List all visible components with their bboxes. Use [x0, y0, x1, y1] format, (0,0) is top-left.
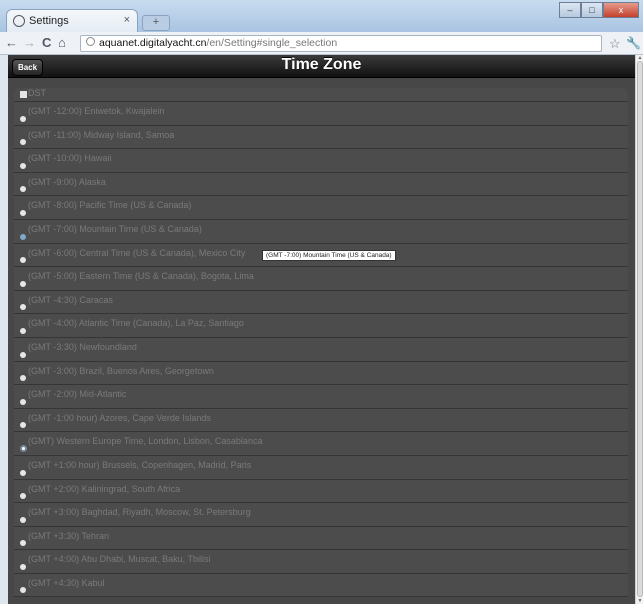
timezone-list: DST (GMT -12:00) Eniwetok, Kwajalein (GMT… [14, 88, 628, 598]
maximize-button[interactable]: □ [581, 2, 603, 18]
timezone-radio[interactable] [20, 493, 26, 500]
home-icon[interactable]: ⌂ [58, 35, 66, 51]
timezone-radio[interactable] [20, 186, 26, 193]
timezone-radio[interactable] [20, 375, 26, 382]
timezone-row[interactable]: (GMT -3:00) Brazil, Buenos Aires, George… [14, 361, 628, 386]
timezone-label: (GMT) Western Europe Time, London, Lisbo… [28, 436, 263, 447]
tooltip: (GMT -7:00) Mountain Time (US & Canada) [262, 250, 396, 261]
timezone-radio[interactable] [20, 304, 26, 311]
timezone-label: (GMT -6:00) Central Time (US & Canada), … [28, 247, 246, 258]
timezone-row[interactable]: (GMT -12:00) Eniwetok, Kwajalein [14, 102, 628, 126]
new-tab-button[interactable]: + [142, 15, 170, 31]
timezone-radio[interactable] [20, 233, 26, 240]
url-host: aquanet.digitalyacht.cn [99, 37, 207, 49]
timezone-label: (GMT -10:00) Hawaii [28, 153, 112, 164]
timezone-row[interactable]: (GMT) Western Europe Time, London, Lisbo… [14, 432, 628, 456]
timezone-label: (GMT -4:30) Caracas [28, 294, 113, 305]
back-arrow-icon[interactable]: ← [5, 35, 18, 51]
timezone-row[interactable]: (GMT +3:00) Baghdad, Riyadh, Moscow, St.… [14, 503, 628, 527]
timezone-radio[interactable] [20, 540, 26, 547]
back-button[interactable]: Back [12, 59, 43, 76]
timezone-label: (GMT -12:00) Eniwetok, Kwajalein [28, 106, 165, 116]
browser-titlebar: Settings × + – □ x [0, 0, 643, 33]
address-bar[interactable]: aquanet.digitalyacht.cn/en/Setting#singl… [80, 35, 602, 52]
browser-tab-settings[interactable]: Settings × [6, 9, 138, 33]
timezone-radio[interactable] [20, 516, 26, 523]
dst-label: DST [28, 88, 46, 98]
timezone-label: (GMT +4:30) Kabul [28, 577, 105, 588]
settings-page: Time Zone Back DST (GMT -12:00) Eniwetok… [8, 55, 635, 604]
timezone-radio[interactable] [20, 563, 26, 570]
timezone-row[interactable]: (GMT -5:00) Eastern Time (US & Canada), … [14, 267, 628, 291]
scroll-thumb[interactable] [637, 61, 643, 597]
tab-title: Settings [29, 15, 69, 27]
forward-arrow-icon[interactable]: → [23, 35, 36, 51]
timezone-label: (GMT -3:00) Brazil, Buenos Aires, George… [28, 365, 214, 376]
timezone-radio[interactable] [20, 139, 26, 146]
timezone-row[interactable]: (GMT -4:00) Atlantic Time (Canada), La P… [14, 314, 628, 338]
reload-icon[interactable]: C [42, 35, 51, 51]
timezone-row[interactable]: (GMT -8:00) Pacific Time (US & Canada) [14, 196, 628, 220]
timezone-row[interactable]: (GMT -3:30) Newfoundland [14, 337, 628, 362]
timezone-row[interactable]: (GMT -11:00) Midway Island, Samoa [14, 125, 628, 150]
timezone-radio[interactable] [20, 398, 26, 405]
wrench-menu-icon[interactable]: 🔧 [626, 36, 641, 50]
timezone-row[interactable]: (GMT -9:00) Alaska [14, 172, 628, 197]
browser-toolbar: ← → C ⌂ aquanet.digitalyacht.cn/en/Setti… [0, 32, 643, 55]
timezone-label: (GMT -4:00) Atlantic Time (Canada), La P… [28, 318, 244, 329]
scroll-down-arrow-icon[interactable]: ▼ [637, 598, 643, 604]
close-window-button[interactable]: x [603, 2, 639, 18]
timezone-label: (GMT -5:00) Eastern Time (US & Canada), … [28, 271, 254, 282]
timezone-row[interactable]: (GMT +3:30) Tehran [14, 526, 628, 551]
timezone-radio[interactable] [20, 469, 26, 476]
timezone-radio[interactable] [20, 327, 26, 334]
url-path: /en/Setting#single_selection [206, 37, 338, 49]
timezone-radio[interactable] [20, 280, 26, 287]
timezone-row[interactable]: (GMT -1:00 hour) Azores, Cape Verde Isla… [14, 408, 628, 433]
timezone-row[interactable]: (GMT +4:00) Abu Dhabi, Muscat, Baku, Tbi… [14, 550, 628, 574]
timezone-label: (GMT -1:00 hour) Azores, Cape Verde Isla… [28, 412, 211, 423]
page-title: Time Zone [281, 56, 362, 73]
window-controls: – □ x [559, 2, 639, 18]
timezone-radio[interactable] [20, 209, 26, 216]
timezone-row[interactable]: (GMT -4:30) Caracas [14, 290, 628, 315]
timezone-row[interactable]: (GMT +4:30) Kabul [14, 573, 628, 598]
timezone-label: (GMT +3:00) Baghdad, Riyadh, Moscow, St.… [28, 507, 251, 518]
timezone-row[interactable]: (GMT -10:00) Hawaii [14, 149, 628, 173]
dst-row[interactable]: DST [14, 88, 628, 102]
timezone-label: (GMT -2:00) Mid-Atlantic [28, 389, 127, 400]
settings-favicon-icon [13, 15, 25, 27]
timezone-radio[interactable] [20, 115, 26, 122]
timezone-label: (GMT +3:30) Tehran [28, 530, 109, 541]
timezone-label: (GMT -8:00) Pacific Time (US & Canada) [28, 200, 192, 211]
timezone-radio[interactable] [20, 444, 27, 452]
timezone-radio[interactable] [20, 422, 26, 429]
timezone-radio[interactable] [20, 587, 26, 594]
minimize-button[interactable]: – [559, 2, 581, 18]
dst-checkbox[interactable] [20, 91, 27, 98]
page-header: Time Zone Back [8, 55, 635, 78]
timezone-label: (GMT -9:00) Alaska [28, 176, 106, 187]
bookmark-star-icon[interactable]: ☆ [609, 36, 621, 52]
timezone-label: (GMT -3:30) Newfoundland [28, 341, 137, 352]
timezone-label: (GMT +2:00) Kaliningrad, South Africa [28, 483, 181, 494]
timezone-row[interactable]: (GMT +2:00) Kaliningrad, South Africa [14, 479, 628, 504]
timezone-row[interactable]: (GMT -7:00) Mountain Time (US & Canada) [14, 219, 628, 244]
timezone-radio[interactable] [20, 351, 26, 358]
tab-close-icon[interactable]: × [124, 14, 130, 26]
timezone-row[interactable]: (GMT +1:00 hour) Brussels, Copenhagen, M… [14, 455, 628, 480]
timezone-radio[interactable] [20, 257, 26, 264]
timezone-label: (GMT +4:00) Abu Dhabi, Muscat, Baku, Tbi… [28, 554, 211, 565]
site-info-icon [86, 37, 95, 46]
scrollbar[interactable]: ▲ ▼ [635, 55, 643, 604]
timezone-row[interactable]: (GMT -2:00) Mid-Atlantic [14, 385, 628, 409]
timezone-label: (GMT +1:00 hour) Brussels, Copenhagen, M… [28, 459, 252, 470]
timezone-label: (GMT -7:00) Mountain Time (US & Canada) [28, 223, 202, 234]
timezone-label: (GMT -11:00) Midway Island, Samoa [28, 129, 175, 140]
timezone-radio[interactable] [20, 162, 26, 169]
